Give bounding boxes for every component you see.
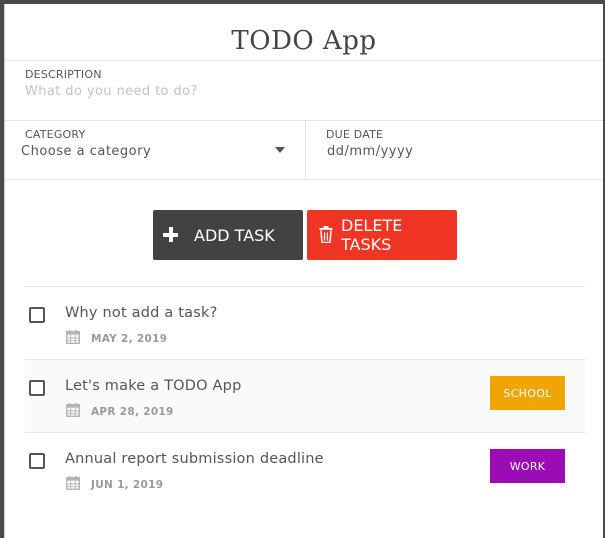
field-divider: [305, 121, 306, 179]
task-checkbox[interactable]: [29, 307, 45, 323]
chevron-down-icon[interactable]: [275, 147, 285, 153]
task-item: Let's make a TODO App APR 28, 2019 SCHOO…: [25, 359, 585, 432]
app-title: TODO App: [231, 26, 377, 56]
due-date-label: DUE DATE: [326, 128, 384, 141]
task-item: Why not add a task? MAY 2, 2019: [25, 286, 585, 359]
divider: [5, 60, 603, 61]
due-date-input[interactable]: dd/mm/yyyy: [327, 144, 413, 159]
divider: [5, 120, 603, 121]
divider: [5, 179, 603, 180]
calendar-icon: [66, 403, 80, 417]
category-label: CATEGORY: [25, 128, 86, 141]
task-checkbox[interactable]: [29, 380, 45, 396]
delete-tasks-label: DELETE TASKS: [341, 216, 403, 254]
task-description: Annual report submission deadline: [65, 451, 324, 467]
trash-icon: [319, 226, 333, 243]
category-selected-value[interactable]: Choose a category: [21, 144, 151, 159]
add-task-button[interactable]: ADD TASK: [153, 210, 303, 260]
task-date: MAY 2, 2019: [91, 333, 168, 345]
description-label: DESCRIPTION: [25, 68, 102, 81]
category-badge: SCHOOL: [490, 376, 565, 410]
calendar-icon: [66, 476, 80, 490]
task-description: Let's make a TODO App: [65, 378, 242, 394]
category-badge: WORK: [490, 449, 565, 483]
delete-tasks-button[interactable]: DELETE TASKS: [307, 210, 457, 260]
description-input[interactable]: What do you need to do?: [25, 84, 198, 99]
calendar-icon: [66, 330, 80, 344]
task-checkbox[interactable]: [29, 453, 45, 469]
task-item: Annual report submission deadline JUN 1,…: [25, 432, 585, 505]
add-task-label: ADD TASK: [194, 225, 275, 245]
plus-icon: [163, 227, 178, 242]
todo-app-panel: TODO App DESCRIPTION What do you need to…: [4, 4, 603, 538]
task-list: Why not add a task? MAY 2, 2019 Let's ma…: [25, 286, 585, 505]
task-description: Why not add a task?: [65, 305, 218, 321]
task-date: APR 28, 2019: [91, 406, 174, 418]
task-date: JUN 1, 2019: [91, 479, 164, 491]
